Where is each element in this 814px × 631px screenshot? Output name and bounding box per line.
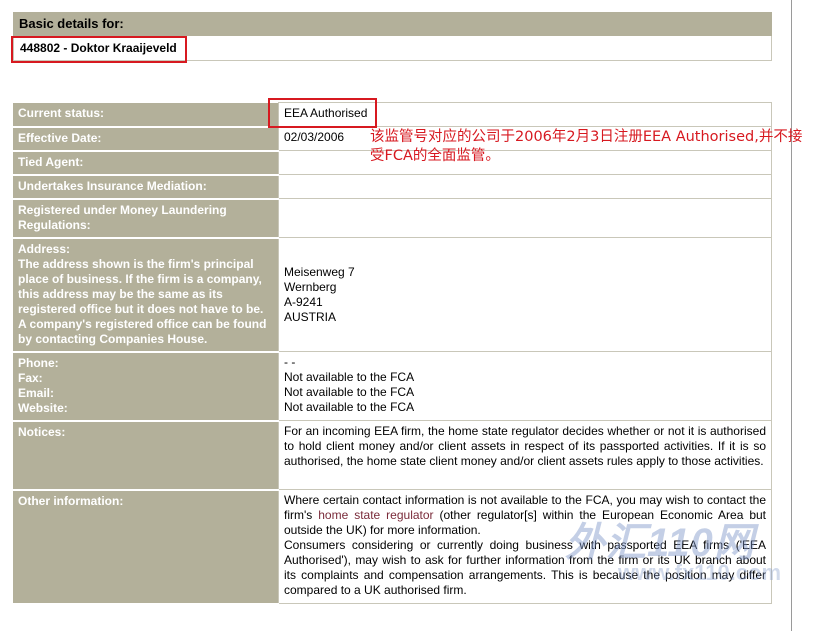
table-row: Undertakes Insurance Mediation: [13,174,772,200]
notices-label: Notices: [13,420,279,491]
phone-value: - - [284,355,296,369]
fax-label: Fax: [18,370,43,385]
basic-details-heading: Basic details for: [13,12,772,36]
address-line: Wernberg [284,279,337,294]
address-value: Meisenweg 7 Wernberg A-9241 AUSTRIA [278,237,772,352]
page-divider-line [791,0,792,631]
email-label: Email: [18,385,55,400]
website-label: Website: [18,400,68,415]
insurance-mediation-label: Undertakes Insurance Mediation: [13,174,279,200]
current-status-label: Current status: [13,102,279,128]
home-state-regulator-link[interactable]: home state regulator [318,508,433,522]
table-row: Current status: EEA Authorised [13,102,772,128]
address-label: Address: [18,241,71,256]
fax-value: Not available to the FCA [284,370,415,384]
phone-label: Phone: [18,355,59,370]
effective-date-label: Effective Date: [13,126,279,152]
table-row: Notices: For an incoming EEA firm, the h… [13,420,772,491]
firm-id-highlight-box [11,36,187,63]
watermark-url: www.fx110.com [618,560,782,585]
status-highlight-box [268,98,377,128]
address-line: AUSTRIA [284,309,337,324]
address-explanation: The address shown is the firm's principa… [18,256,267,346]
contact-labels: Phone: Fax: Email: Website: [13,351,279,422]
other-information-label: Other information: [13,489,279,605]
annotation-note: 该监管号对应的公司于2006年2月3日注册EEA Authorised,并不接受… [370,129,803,164]
table-row: Phone: Fax: Email: Website: - - Not avai… [13,351,772,422]
table-row: Address: The address shown is the firm's… [13,237,772,353]
money-laundering-value [278,198,772,238]
insurance-mediation-value [278,174,772,199]
tied-agent-label: Tied Agent: [13,150,279,176]
address-label-cell: Address: The address shown is the firm's… [13,237,279,353]
address-line: Meisenweg 7 [284,264,355,279]
money-laundering-label: Registered under Money Laundering Regula… [13,198,279,239]
address-line: A-9241 [284,294,323,309]
email-value: Not available to the FCA [284,385,415,399]
website-value: Not available to the FCA [284,400,415,414]
notices-text: For an incoming EEA firm, the home state… [278,420,772,490]
contact-values: - - Not available to the FCA Not availab… [278,351,772,421]
table-row: Registered under Money Laundering Regula… [13,198,772,239]
